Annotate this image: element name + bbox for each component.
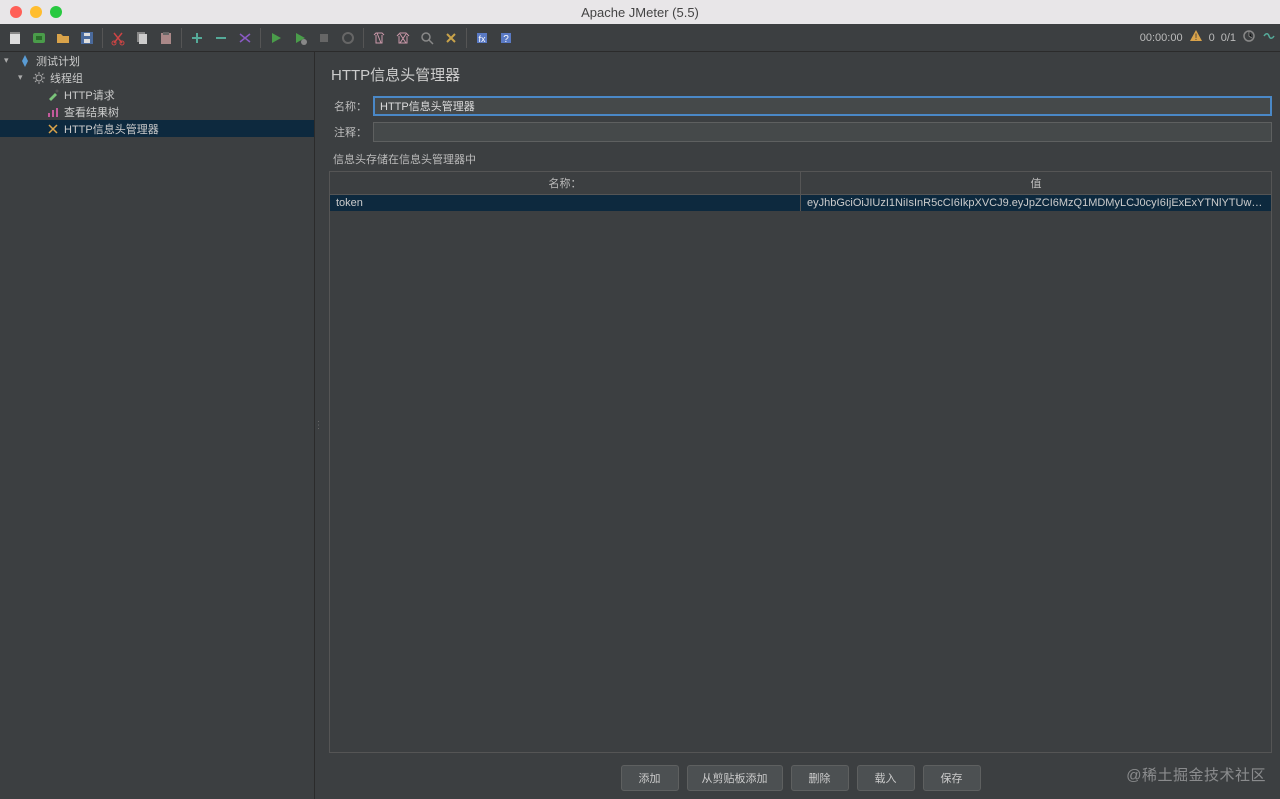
headers-table: 名称： 值 token eyJhbGciOiJIUzI1NiIsInR5cCI6… <box>329 171 1272 753</box>
name-label: 名称： <box>329 98 367 114</box>
function-helper-icon[interactable]: fx <box>471 27 493 49</box>
new-file-icon[interactable] <box>4 27 26 49</box>
column-value[interactable]: 值 <box>801 172 1271 194</box>
test-plan-icon <box>17 53 33 69</box>
save-button[interactable]: 保存 <box>923 765 981 791</box>
expand-toggle-icon[interactable]: ▾ <box>18 72 28 83</box>
editor-panel: HTTP信息头管理器 名称： 注释： 信息头存储在信息头管理器中 名称： 值 t… <box>321 52 1280 799</box>
comment-field[interactable] <box>373 122 1272 142</box>
header-value-cell[interactable]: eyJhbGciOiJIUzI1NiIsInR5cCI6IkpXVCJ9.eyJ… <box>801 195 1271 211</box>
toolbar: fx ? 00:00:00 ! 0 0/1 <box>0 24 1280 52</box>
tree-header-manager[interactable]: HTTP信息头管理器 <box>0 120 314 137</box>
clear-all-icon[interactable] <box>392 27 414 49</box>
tree-root[interactable]: ▾ 测试计划 <box>0 52 314 69</box>
pipette-icon <box>45 87 61 103</box>
test-plan-tree: ▾ 测试计划 ▾ 线程组 HTTP请求 查看结果树 HTTP信息头管理器 <box>0 52 315 799</box>
save-icon[interactable] <box>76 27 98 49</box>
minimize-window-button[interactable] <box>30 6 42 18</box>
window-title: Apache JMeter (5.5) <box>581 5 699 20</box>
tree-http-request[interactable]: HTTP请求 <box>0 86 314 103</box>
panel-title: HTTP信息头管理器 <box>321 52 1280 93</box>
expand-toggle-icon[interactable]: ▾ <box>4 55 14 66</box>
storage-label: 信息头存储在信息头管理器中 <box>321 145 1280 169</box>
clear-icon[interactable] <box>368 27 390 49</box>
button-row: 添加 从剪贴板添加 删除 载入 保存 <box>321 757 1280 799</box>
tree-results-tree[interactable]: 查看结果树 <box>0 103 314 120</box>
name-field[interactable] <box>373 96 1272 116</box>
window-titlebar: Apache JMeter (5.5) <box>0 0 1280 24</box>
add-from-clipboard-button[interactable]: 从剪贴板添加 <box>687 765 783 791</box>
expand-icon[interactable] <box>186 27 208 49</box>
thread-count: 0/1 <box>1221 32 1236 44</box>
threads-icon[interactable] <box>1242 29 1256 46</box>
svg-text:fx: fx <box>478 34 486 44</box>
search-icon[interactable] <box>416 27 438 49</box>
table-row[interactable]: token eyJhbGciOiJIUzI1NiIsInR5cCI6IkpXVC… <box>330 195 1271 211</box>
toggle-icon[interactable] <box>234 27 256 49</box>
header-name-cell[interactable]: token <box>330 195 801 211</box>
reset-search-icon[interactable] <box>440 27 462 49</box>
chart-icon <box>45 104 61 120</box>
tree-thread-group[interactable]: ▾ 线程组 <box>0 69 314 86</box>
start-no-timers-icon[interactable] <box>289 27 311 49</box>
gear-icon <box>31 70 47 86</box>
close-window-button[interactable] <box>10 6 22 18</box>
delete-button[interactable]: 删除 <box>791 765 849 791</box>
collapse-icon[interactable] <box>210 27 232 49</box>
add-button[interactable]: 添加 <box>621 765 679 791</box>
error-count: 0 <box>1209 32 1215 44</box>
warning-icon[interactable]: ! <box>1189 29 1203 46</box>
start-icon[interactable] <box>265 27 287 49</box>
templates-icon[interactable] <box>28 27 50 49</box>
shutdown-icon[interactable] <box>337 27 359 49</box>
tools-icon <box>45 121 61 137</box>
cut-icon[interactable] <box>107 27 129 49</box>
svg-text:?: ? <box>503 34 509 45</box>
copy-icon[interactable] <box>131 27 153 49</box>
paste-icon[interactable] <box>155 27 177 49</box>
elapsed-time: 00:00:00 <box>1140 32 1183 44</box>
help-icon[interactable]: ? <box>495 27 517 49</box>
load-button[interactable]: 载入 <box>857 765 915 791</box>
svg-text:!: ! <box>1194 32 1197 42</box>
maximize-window-button[interactable] <box>50 6 62 18</box>
column-name[interactable]: 名称： <box>330 172 801 194</box>
comment-label: 注释： <box>329 124 367 140</box>
stop-icon[interactable] <box>313 27 335 49</box>
open-file-icon[interactable] <box>52 27 74 49</box>
run-indicator-icon <box>1262 29 1276 46</box>
